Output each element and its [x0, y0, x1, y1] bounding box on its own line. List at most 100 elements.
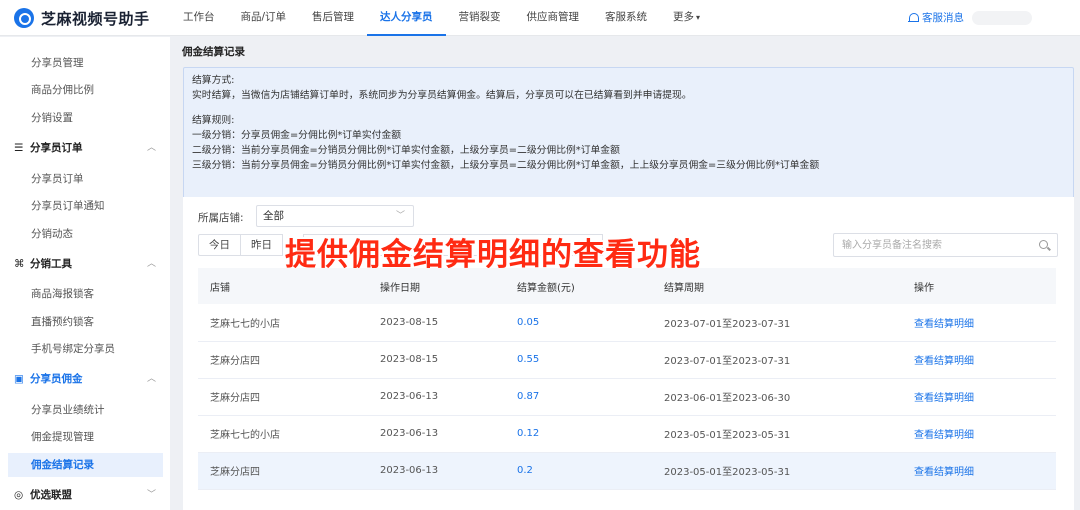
- nav-customer-service[interactable]: 客服系统: [592, 0, 660, 36]
- sidebar-item-performance-stats[interactable]: 分享员业绩统计: [8, 398, 163, 422]
- nav-marketing[interactable]: 营销裂变: [446, 0, 514, 36]
- cell-period: 2023-06-01至2023-06-30: [652, 378, 902, 416]
- store-select[interactable]: 全部 ﹀: [256, 205, 414, 227]
- bell-icon: [908, 12, 919, 24]
- top-nav: 工作台 商品/订单 售后管理 达人分享员 营销裂变 供应商管理 客服系统 更多 ▾: [170, 0, 713, 36]
- cell-amount: 0.87: [505, 378, 652, 416]
- sidebar-group-sharer-commission[interactable]: ▣ 分享员佣金 ︿: [14, 368, 162, 390]
- view-details-link[interactable]: 查看结算明细: [902, 341, 1056, 379]
- cell-period: 2023-05-01至2023-05-31: [652, 452, 902, 490]
- cell-amount: 0.12: [505, 415, 652, 453]
- yesterday-button[interactable]: 昨日: [240, 234, 283, 256]
- view-details-link[interactable]: 查看结算明细: [902, 415, 1056, 453]
- logo-icon: [14, 8, 34, 28]
- sidebar-group-label: 优选联盟: [30, 489, 72, 501]
- list-icon: ☰: [14, 142, 24, 154]
- sidebar-group-label: 分享员佣金: [30, 373, 83, 385]
- nav-suppliers[interactable]: 供应商管理: [514, 0, 593, 36]
- cell-date: 2023-06-13: [368, 415, 505, 453]
- cell-store: 芝麻分店四: [198, 452, 368, 490]
- commission-icon: ▣: [14, 373, 24, 385]
- chevron-up-icon: ︿: [146, 143, 156, 153]
- cell-store: 芝麻七七的小店: [198, 304, 368, 342]
- sidebar-item-distribution-settings[interactable]: 分销设置: [8, 106, 163, 130]
- cell-period: 2023-05-01至2023-05-31: [652, 415, 902, 453]
- cell-period: 2023-07-01至2023-07-31: [652, 341, 902, 379]
- tools-icon: ⌘: [14, 258, 25, 270]
- nav-products-orders[interactable]: 商品/订单: [228, 0, 300, 36]
- sidebar-item-withdrawal-management[interactable]: 佣金提现管理: [8, 425, 163, 449]
- chevron-up-icon: ︿: [146, 259, 156, 269]
- sidebar-group-sharer-orders[interactable]: ☰ 分享员订单 ︿: [14, 137, 162, 159]
- main-content: 佣金结算记录 结算方式: 实时结算，当微信为店铺结算订单时，系统同步为分享员结算…: [178, 37, 1080, 510]
- sidebar-item-poster-lock[interactable]: 商品海报锁客: [8, 282, 163, 306]
- union-icon: ◎: [14, 489, 24, 501]
- cell-amount: 0.2: [505, 452, 652, 490]
- top-bar: 芝麻视频号助手 工作台 商品/订单 售后管理 达人分享员 营销裂变 供应商管理 …: [0, 0, 1080, 36]
- rule-level-2: 二级分销：当前分享员佣金=分销员分佣比例*订单实付金额，上级分享员=二级分佣比例…: [192, 145, 620, 156]
- sidebar-item-distribution-activity[interactable]: 分销动态: [8, 222, 163, 246]
- nav-sharers[interactable]: 达人分享员: [367, 0, 446, 36]
- view-details-link[interactable]: 查看结算明细: [902, 452, 1056, 490]
- sidebar-item-sharer-orders[interactable]: 分享员订单: [8, 167, 163, 191]
- cell-amount: 0.55: [505, 341, 652, 379]
- sidebar-group-label: 分享员订单: [30, 142, 83, 154]
- sidebar-item-phone-bind[interactable]: 手机号绑定分享员: [8, 337, 163, 361]
- cell-amount: 0.05: [505, 304, 652, 342]
- table-row: 芝麻分店四 2023-08-15 0.55 2023-07-01至2023-07…: [198, 341, 1056, 379]
- cell-date: 2023-08-15: [368, 341, 505, 379]
- customer-messages-label: 客服消息: [922, 12, 964, 24]
- store-select-value: 全部: [263, 210, 284, 222]
- view-details-link[interactable]: 查看结算明细: [902, 378, 1056, 416]
- sidebar-item-sharer-management[interactable]: 分享员管理: [8, 51, 163, 75]
- col-period: 结算周期: [652, 268, 902, 304]
- user-avatar-pill[interactable]: [972, 11, 1032, 25]
- sidebar-item-live-lock[interactable]: 直播预约锁客: [8, 310, 163, 334]
- sharer-search-input[interactable]: [833, 233, 1058, 257]
- sidebar-item-order-notice[interactable]: 分享员订单通知: [8, 194, 163, 218]
- nav-workbench[interactable]: 工作台: [170, 0, 228, 36]
- cell-date: 2023-06-13: [368, 378, 505, 416]
- sidebar-group-distribution-tools[interactable]: ⌘ 分销工具 ︿: [14, 253, 162, 275]
- chevron-down-icon: ﹀: [146, 490, 156, 500]
- page-title: 佣金结算记录: [182, 46, 245, 58]
- customer-messages-link[interactable]: 客服消息: [908, 0, 964, 36]
- sidebar-item-commission-ratio[interactable]: 商品分佣比例: [8, 78, 163, 102]
- app-logo[interactable]: 芝麻视频号助手: [14, 7, 150, 29]
- store-filter-label: 所属店铺:: [198, 212, 244, 224]
- date-shortcuts: 今日 昨日: [198, 234, 283, 256]
- col-date: 操作日期: [368, 268, 505, 304]
- cell-store: 芝麻分店四: [198, 378, 368, 416]
- col-amount: 结算金额(元): [505, 268, 652, 304]
- table-header-row: 店铺 操作日期 结算金额(元) 结算周期 操作: [198, 268, 1056, 304]
- chevron-down-icon: ﹀: [395, 211, 405, 221]
- sidebar: 分享员管理 商品分佣比例 分销设置 ☰ 分享员订单 ︿ 分享员订单 分享员订单通知…: [0, 37, 170, 510]
- view-details-link[interactable]: 查看结算明细: [902, 304, 1056, 342]
- col-store: 店铺: [198, 268, 368, 304]
- method-text: 实时结算，当微信为店铺结算订单时，系统同步为分享员结算佣金。结算后，分享员可以在…: [192, 90, 692, 101]
- cell-store: 芝麻分店四: [198, 341, 368, 379]
- app-name: 芝麻视频号助手: [41, 9, 150, 28]
- settlement-table: 店铺 操作日期 结算金额(元) 结算周期 操作 芝麻七七的小店 2023-08-…: [198, 268, 1056, 490]
- sidebar-group-preferred-union[interactable]: ◎ 优选联盟 ﹀: [14, 484, 162, 506]
- table-row: 芝麻七七的小店 2023-08-15 0.05 2023-07-01至2023-…: [198, 304, 1056, 342]
- records-panel: 所属店铺: 全部 ﹀ 今日 昨日 提供佣金结算明细的查看功能 店铺 操作日期 结…: [183, 197, 1074, 510]
- rule-level-1: 一级分销：分享员佣金=分佣比例*订单实付金额: [192, 130, 402, 141]
- rules-label: 结算规则:: [192, 115, 235, 126]
- caret-down-icon: ▾: [696, 13, 701, 22]
- table-row: 芝麻七七的小店 2023-06-13 0.12 2023-05-01至2023-…: [198, 415, 1056, 453]
- rule-level-3: 三级分销：当前分享员佣金=分销员分佣比例*订单实付金额，上级分享员=二级分佣比例…: [192, 160, 820, 171]
- sidebar-group-label: 分销工具: [30, 258, 72, 270]
- cell-date: 2023-08-15: [368, 304, 505, 342]
- nav-after-sales[interactable]: 售后管理: [299, 0, 367, 36]
- nav-more-label: 更多: [673, 11, 695, 23]
- sidebar-item-settlement-records[interactable]: 佣金结算记录: [8, 453, 163, 477]
- nav-more[interactable]: 更多 ▾: [660, 0, 713, 36]
- table-row: 芝麻分店四 2023-06-13 0.87 2023-06-01至2023-06…: [198, 378, 1056, 416]
- table-row: 芝麻分店四 2023-06-13 0.2 2023-05-01至2023-05-…: [198, 452, 1056, 490]
- today-button[interactable]: 今日: [198, 234, 241, 256]
- search-icon[interactable]: [1039, 240, 1048, 249]
- col-action: 操作: [902, 268, 1056, 304]
- method-label: 结算方式:: [192, 75, 235, 86]
- cell-date: 2023-06-13: [368, 452, 505, 490]
